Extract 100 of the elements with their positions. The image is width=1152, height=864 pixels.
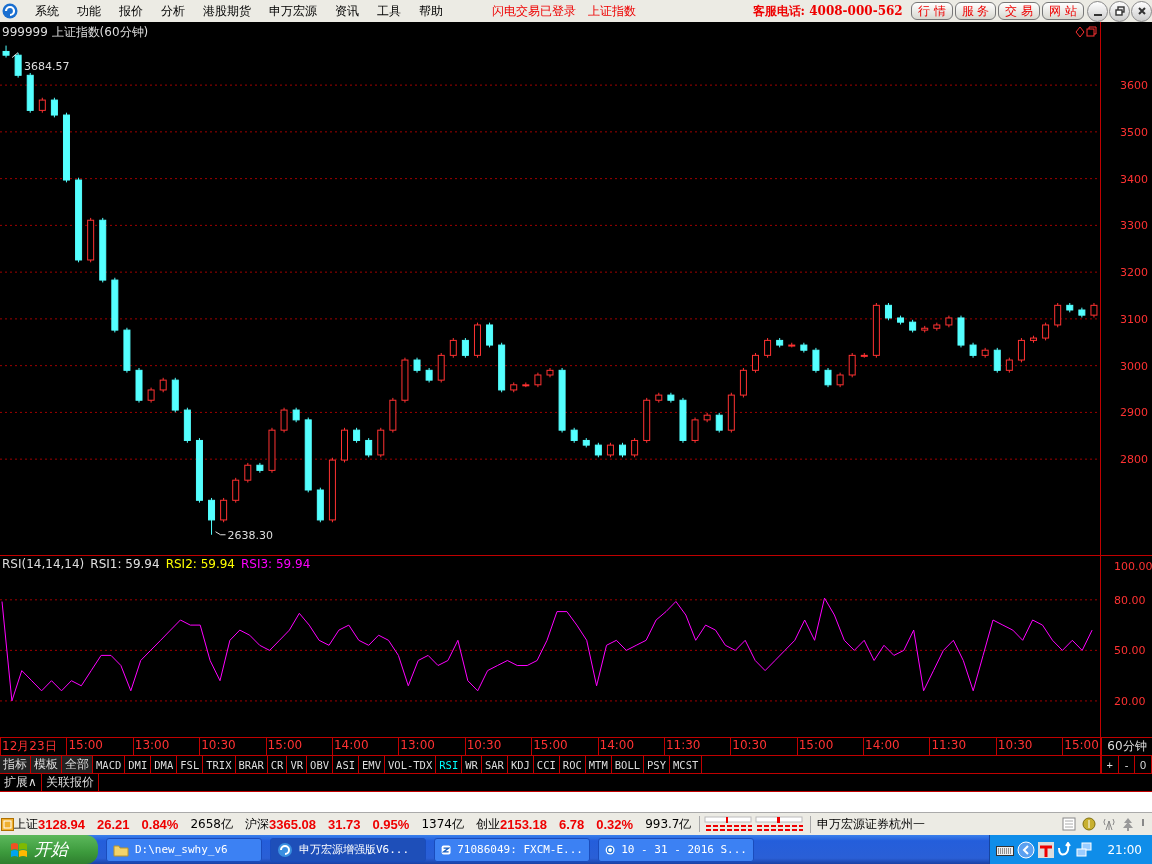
candlestick xyxy=(486,322,494,348)
candlestick xyxy=(1017,337,1025,363)
indicator-reading: RSI1: 59.94 xyxy=(90,557,160,571)
candlestick xyxy=(280,407,288,433)
document-icon[interactable] xyxy=(1062,817,1076,831)
minimize-button[interactable] xyxy=(1087,0,1108,22)
indicator-tab[interactable]: MCST xyxy=(670,756,703,773)
axis-label: 50.00 xyxy=(1114,644,1146,658)
candlestick xyxy=(921,325,929,333)
candlestick xyxy=(1078,307,1086,318)
candlestick xyxy=(14,52,22,79)
server-name: 申万宏源证券杭州一 xyxy=(810,815,926,833)
tree-icon[interactable] xyxy=(1122,817,1134,831)
candlestick xyxy=(123,327,131,374)
menu-link[interactable]: 上证指数 xyxy=(588,2,636,20)
indicator-tab[interactable]: DMI xyxy=(125,756,152,773)
index-turnover: 1374亿 xyxy=(421,815,464,833)
taskbar-item[interactable]: D:\new_swhy_v6 xyxy=(106,837,262,862)
candlestick xyxy=(437,352,445,383)
keyboard-icon[interactable] xyxy=(996,843,1015,856)
indicator-tab[interactable]: VR xyxy=(287,756,308,773)
nav-button[interactable]: 交 易 xyxy=(998,2,1041,20)
candlestick xyxy=(957,315,965,348)
candlestick xyxy=(365,437,373,458)
index-percent: 0.84% xyxy=(141,816,179,832)
close-button[interactable] xyxy=(1131,0,1152,22)
candlestick xyxy=(715,412,723,433)
indicator-reading: RSI2: 59.94 xyxy=(165,557,235,571)
time-label: 15:00 xyxy=(265,738,332,755)
nav-button[interactable]: 网 站 xyxy=(1042,2,1084,20)
candlestick xyxy=(558,367,566,433)
menu-item[interactable]: 分析 xyxy=(152,2,194,20)
close-icon xyxy=(1136,6,1147,16)
medical-cross-icon[interactable] xyxy=(1038,841,1055,858)
menu-item[interactable]: 港股期货 xyxy=(194,2,260,20)
candlestick xyxy=(594,442,602,458)
taskbar-item[interactable]: 10 - 31 - 2016 S... xyxy=(598,837,754,862)
index-change: 31.73 xyxy=(327,816,361,832)
candlestick xyxy=(38,97,46,114)
menu-item[interactable]: 系统 xyxy=(26,2,68,20)
time-label: 15:00 xyxy=(1062,738,1100,755)
time-label: 10:30 xyxy=(464,738,532,755)
indicator-tab[interactable]: VOL-TDX xyxy=(385,756,437,773)
candlestick xyxy=(897,315,905,325)
hook-icon[interactable] xyxy=(1057,841,1074,858)
indicator-tab[interactable]: MACD xyxy=(93,756,126,773)
candlestick xyxy=(909,319,917,333)
indicator-tab[interactable]: TRIX xyxy=(203,756,236,773)
candlestick xyxy=(316,487,324,523)
indicator-tab[interactable]: DMA xyxy=(151,756,178,773)
candlestick xyxy=(1005,357,1013,374)
status-icon[interactable] xyxy=(1,817,14,831)
indicator-tab[interactable]: ASI xyxy=(333,756,360,773)
menu-item[interactable]: 帮助 xyxy=(410,2,452,20)
indicator-reading: RSI3: 59.94 xyxy=(241,557,311,571)
axis-label: 3300 xyxy=(1120,219,1148,233)
time-label: 10:30 xyxy=(199,738,266,755)
leader-line xyxy=(215,531,227,536)
indicator-tab[interactable]: 全部 xyxy=(62,756,93,773)
candlestick xyxy=(510,382,518,393)
candlestick xyxy=(691,417,699,444)
windows-logo-icon xyxy=(10,841,28,858)
axis-label: 20.00 xyxy=(1114,694,1146,708)
candlestick xyxy=(171,377,179,413)
taskbar-item[interactable]: 71086049: FXCM-E... xyxy=(434,837,590,862)
indicator-tab[interactable]: 指标 xyxy=(0,756,31,773)
indicator-tab[interactable]: OBV xyxy=(307,756,334,773)
candlestick xyxy=(679,397,687,444)
index-change: 6.78 xyxy=(558,816,585,832)
network-icon[interactable] xyxy=(1076,841,1093,858)
taskbar-item[interactable]: 申万宏源增强版V6... xyxy=(270,837,426,862)
indicator-tab[interactable]: RSI xyxy=(436,756,463,773)
candlestick xyxy=(111,277,119,333)
time-label: 15:00 xyxy=(796,738,864,755)
index-price: 2153.18 xyxy=(499,816,547,832)
candlestick xyxy=(884,302,892,321)
candlestick xyxy=(135,367,143,404)
menu-item[interactable]: 工具 xyxy=(368,2,410,20)
restore-button[interactable] xyxy=(1109,0,1130,22)
candlestick xyxy=(1090,302,1098,318)
antenna-icon[interactable] xyxy=(1102,817,1116,831)
axis-label: 3600 xyxy=(1120,79,1148,93)
chart-options-icon[interactable] xyxy=(1075,26,1097,38)
menu-item[interactable]: 申万宏源 xyxy=(260,2,326,20)
menu-link[interactable]: 闪电交易已登录 xyxy=(492,2,576,20)
nav-button[interactable]: 行 情 xyxy=(910,2,953,20)
candlestick xyxy=(50,97,58,118)
time-label: 11:30 xyxy=(663,738,731,755)
candlestick xyxy=(667,392,675,404)
menu-item[interactable]: 功能 xyxy=(68,2,110,20)
menu-item[interactable]: 资讯 xyxy=(326,2,368,20)
app-logo-icon xyxy=(2,3,18,19)
nav-button[interactable]: 服 务 xyxy=(954,2,997,20)
index-name: 创业 xyxy=(475,815,500,833)
indicator-tab[interactable]: 模板 xyxy=(31,756,62,773)
candlestick xyxy=(244,462,252,484)
candlestick xyxy=(800,342,808,354)
menu-item[interactable]: 报价 xyxy=(110,2,152,20)
coin-icon[interactable] xyxy=(1082,817,1096,831)
indicator-tab[interactable]: WR xyxy=(462,756,482,773)
